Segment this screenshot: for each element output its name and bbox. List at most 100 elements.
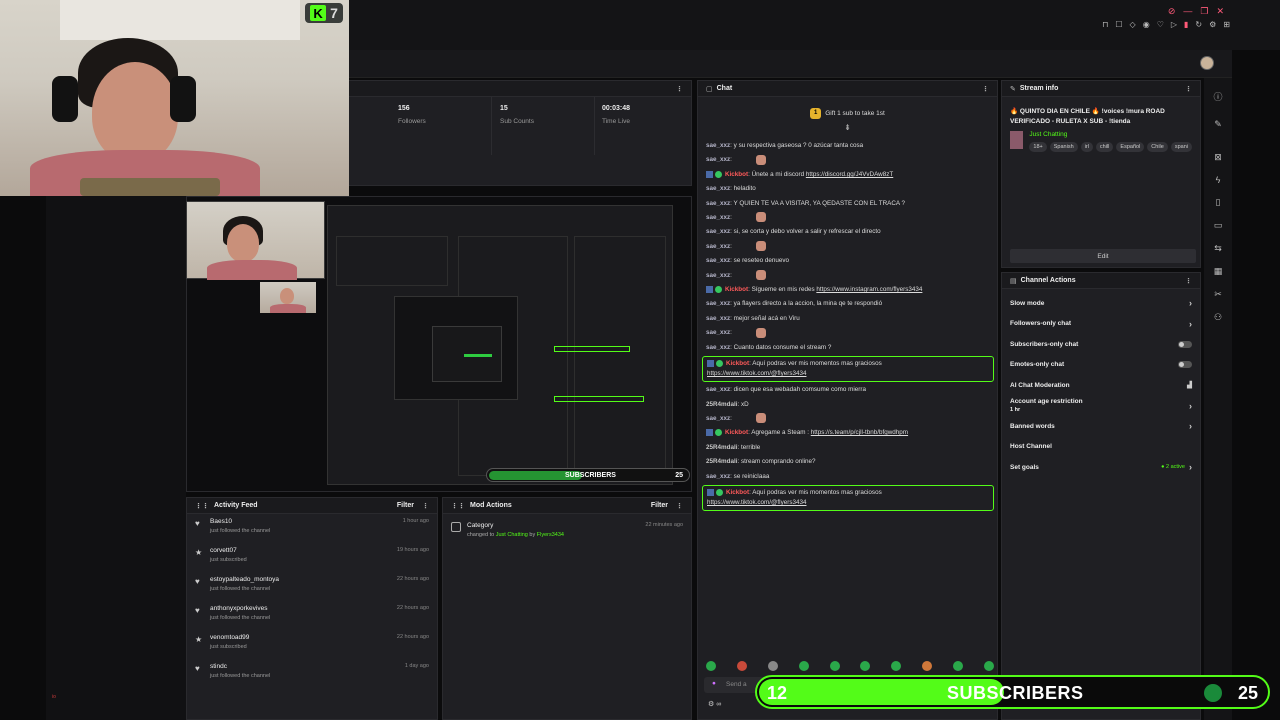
chat-username[interactable]: sae_xxz [706,243,730,250]
chat-username[interactable]: 25R4mdali [706,444,738,451]
chat-link[interactable]: https://www.tiktok.com/@flyers3434 [707,370,806,377]
emote-icon[interactable] [891,661,902,671]
emote-icon[interactable] [953,661,963,671]
settings-icon[interactable]: ⚙ [1209,20,1216,29]
avatar[interactable] [1200,56,1214,70]
emote-icon[interactable] [767,661,778,671]
close-icon[interactable]: ✕ [1216,6,1224,17]
channel-action-banned-words[interactable]: Banned words › [1002,416,1200,437]
edit-button[interactable]: Edit [1010,249,1196,263]
emote-icon[interactable] [798,661,809,671]
gift-sub-banner[interactable]: 1 Gift 1 sub to take 1st [698,103,997,123]
chat-username[interactable]: sae_xxz [706,386,730,393]
emote-icon[interactable] [706,661,716,671]
bot-badge-icon [706,429,713,437]
tag[interactable]: 18+ [1029,142,1047,152]
chat-link[interactable]: https://s.team/p/cjll-tbnb/bfgwdhpm [811,429,908,436]
chat-message: sae_xxz: si, se corta y debo volver a sa… [702,225,994,239]
more-icon[interactable]: ⋮ [982,85,989,93]
bookmark-icon[interactable]: ⊓ [1102,20,1108,29]
filter-button[interactable]: Filter [397,502,414,509]
chat-link[interactable]: https://www.tiktok.com/@flyers3434 [707,499,806,506]
document-icon[interactable]: ▯ [1216,197,1221,208]
calendar-icon[interactable]: ▦ [1214,266,1223,277]
user-icon[interactable]: ☐ [1115,20,1122,29]
channel-action-slow-mode[interactable]: Slow mode › [1002,293,1200,314]
help-icon[interactable]: ⊘ [1168,6,1176,17]
close-box-icon[interactable]: ⊠ [1214,152,1222,163]
chat-username[interactable]: sae_xxz [706,329,730,336]
channel-action-set-goals[interactable]: Set goals ● 2 active › [1002,457,1200,478]
chat-username[interactable]: sae_xxz [706,415,730,422]
chat-link[interactable]: https://discord.gg/J4VvDAw8zT [806,171,893,178]
share-icon[interactable]: ▷ [1171,20,1177,29]
chat-username[interactable]: sae_xxz [706,315,730,322]
more-icon[interactable]: ⋮ [676,502,683,510]
channel-action-ai-chat-moderation[interactable]: AI Chat Moderation ▟ [1002,375,1200,396]
grid-icon[interactable]: ⊞ [1223,20,1230,29]
chat-username[interactable]: sae_xxz [706,185,730,192]
channel-action-subscribers-only-chat[interactable]: Subscribers-only chat [1002,334,1200,355]
chat-username[interactable]: sae_xxz [706,272,730,279]
tag[interactable]: spani [1170,142,1192,152]
toggle-switch[interactable] [1178,361,1192,369]
emote-icon[interactable] [983,661,994,671]
more-icon[interactable]: ⋮ [676,85,683,93]
filter-button[interactable]: Filter [651,502,668,509]
chat-username[interactable]: sae_xxz [706,214,730,221]
more-icon[interactable]: ⋮ [1185,277,1192,285]
microphone-icon[interactable]: ● [712,680,716,687]
restore-icon[interactable]: ❐ [1200,6,1208,17]
tag[interactable]: Spanish [1049,142,1078,152]
chat-username[interactable]: Kickbot [725,171,748,178]
emote-icon[interactable] [922,661,933,671]
message-icon[interactable]: ▭ [1214,220,1223,231]
emote-icon[interactable] [860,661,871,671]
swap-icon[interactable]: ⇆ [1214,243,1222,254]
minimize-icon[interactable]: — [1183,6,1192,17]
channel-action-account-age-restriction[interactable]: Account age restriction 1 hr › [1002,396,1200,417]
chat-username[interactable]: sae_xxz [706,344,730,351]
tag[interactable]: chill [1095,142,1114,152]
emote-icon[interactable] [829,661,840,671]
chat-username[interactable]: sae_xxz [706,200,730,207]
chat-username[interactable]: Kickbot [725,286,748,293]
more-icon[interactable]: ⋮ [1185,85,1192,93]
channel-action-emotes-only-chat[interactable]: Emotes-only chat [1002,355,1200,376]
pencil-icon[interactable]: ✎ [1214,119,1222,130]
heart-icon[interactable]: ♡ [1157,20,1164,29]
chat-username[interactable]: sae_xxz [706,228,730,235]
tag[interactable]: Chile [1147,142,1168,152]
refresh-icon[interactable]: ↻ [1195,20,1202,29]
chat-username[interactable]: sae_xxz [706,156,730,163]
channel-action-host-channel[interactable]: Host Channel [1002,437,1200,458]
chat-username[interactable]: Kickbot [725,429,748,436]
settings-icon[interactable]: ⚙ ∞ [708,700,721,708]
info-icon[interactable]: ⓘ [1213,90,1222,103]
chat-message-list: sae_xxz: y su respectiva gaseosa ? 0 azú… [702,139,994,512]
emote-icon[interactable] [736,661,747,671]
toggle-switch[interactable] [1178,340,1192,348]
menu-icon[interactable]: ⋮⋮ [195,502,209,510]
bars-icon[interactable]: ▮ [1184,20,1188,29]
chat-username[interactable]: sae_xxz [706,142,730,149]
chat-username[interactable]: sae_xxz [706,257,730,264]
tag[interactable]: irl [1080,142,1093,152]
more-icon[interactable]: ⋮ [422,502,429,510]
scroll-down-icon[interactable]: ⇟ [698,123,997,132]
chat-username[interactable]: sae_xxz [706,473,730,480]
eye-icon[interactable]: ◉ [1143,20,1150,29]
chat-username[interactable]: Kickbot [726,360,749,367]
wrench-icon[interactable]: ✂ [1214,289,1222,300]
lightning-icon[interactable]: ϟ [1216,175,1221,185]
menu-icon[interactable]: ⋮⋮ [451,502,465,510]
tag[interactable]: Español [1116,142,1145,152]
chat-username[interactable]: 25R4mdali [706,458,738,465]
chat-link[interactable]: https://www.instagram.com/flyers3434 [816,286,922,293]
users-icon[interactable]: ⚇ [1214,312,1222,323]
chat-username[interactable]: 25R4mdali [706,401,738,408]
shield-icon[interactable]: ◇ [1130,20,1136,29]
chat-username[interactable]: sae_xxz [706,300,730,307]
chat-username[interactable]: Kickbot [726,489,749,496]
channel-action-followers-only-chat[interactable]: Followers-only chat › [1002,314,1200,335]
